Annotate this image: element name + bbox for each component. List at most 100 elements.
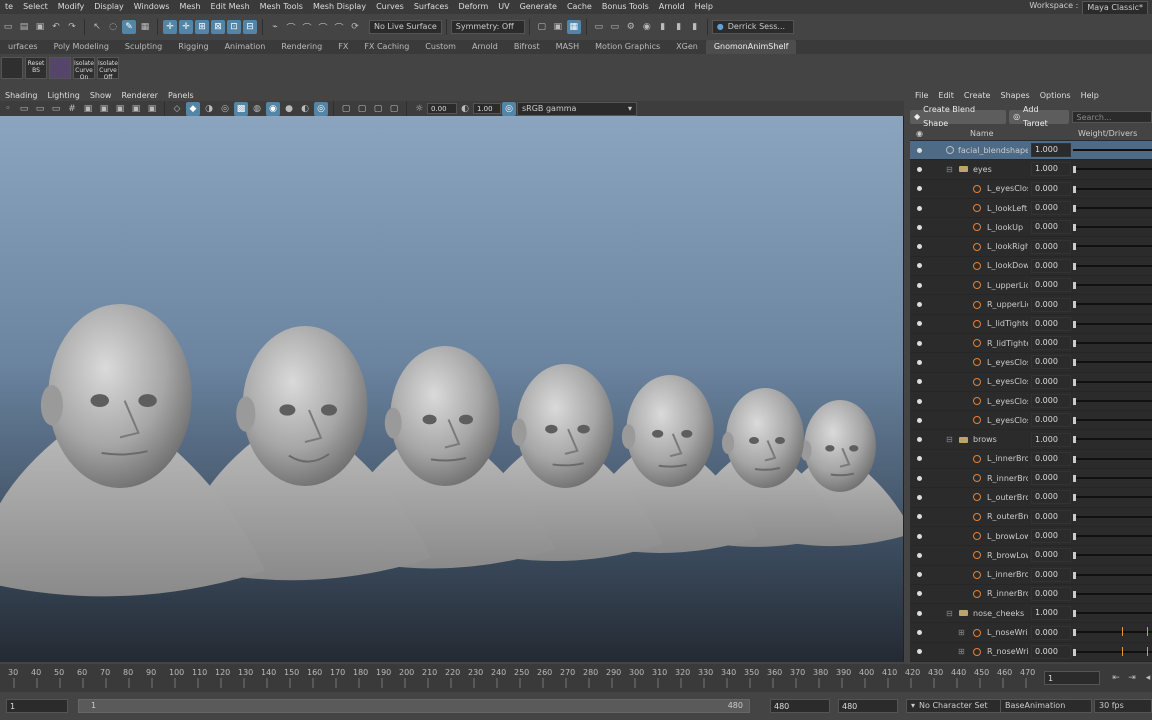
step-back-key-icon[interactable]: ⇥ xyxy=(1125,671,1139,685)
slider-handle[interactable] xyxy=(1073,204,1076,212)
slider-handle[interactable] xyxy=(1073,320,1076,328)
visibility-icon[interactable] xyxy=(917,244,922,250)
shelf-tab[interactable]: MASH xyxy=(548,40,587,54)
blendshape-menu-item[interactable]: Options xyxy=(1035,91,1076,100)
shelf-tab[interactable]: FX xyxy=(330,40,356,54)
rotate-tool-icon[interactable]: ✛ xyxy=(179,20,193,34)
exposure-icon[interactable]: ☼ xyxy=(412,102,426,116)
bookmark-icon[interactable]: ▭ xyxy=(33,102,47,116)
weight-slider[interactable] xyxy=(1073,149,1152,151)
weight-field[interactable]: 0.000 xyxy=(1031,258,1071,273)
xray-icon[interactable]: ▩ xyxy=(234,101,248,116)
name-column-header[interactable]: Name xyxy=(970,129,994,138)
expand-icon[interactable]: ⊟ xyxy=(946,165,953,174)
snap-curve-icon[interactable]: ⊡ xyxy=(227,20,241,34)
menu-item[interactable]: Mesh Tools xyxy=(255,0,308,14)
menu-item[interactable]: Deform xyxy=(454,0,494,14)
weight-field[interactable]: 1.000 xyxy=(1031,143,1071,158)
menu-item[interactable]: Mesh Display xyxy=(308,0,371,14)
blendshape-row[interactable]: L_lookUp 0.000 xyxy=(910,218,1152,238)
visibility-icon[interactable] xyxy=(917,475,922,481)
weight-field[interactable]: 0.000 xyxy=(1031,297,1071,312)
redo-icon[interactable]: ↷ xyxy=(65,20,79,34)
menu-item[interactable]: Modify xyxy=(53,0,90,14)
viewport-menu-item[interactable]: Lighting xyxy=(43,91,85,100)
range-slider[interactable]: 1 480 xyxy=(78,699,750,713)
blendshape-row[interactable]: R_upperLidR0.000 xyxy=(910,295,1152,315)
menu-item[interactable]: Generate xyxy=(515,0,562,14)
safe-action-icon[interactable]: ▣ xyxy=(145,102,159,116)
add-target-button[interactable]: ◎ Add Target xyxy=(1009,105,1070,128)
weight-slider[interactable] xyxy=(1073,168,1152,171)
shelf-tab[interactable]: Rendering xyxy=(273,40,330,54)
expand-icon[interactable]: ⊟ xyxy=(946,435,953,444)
weight-field[interactable]: 0.000 xyxy=(1031,644,1071,659)
visibility-icon[interactable] xyxy=(917,263,922,269)
weight-slider[interactable] xyxy=(1073,515,1152,518)
blendshape-row[interactable]: L_innerBrow0.000 xyxy=(910,450,1152,470)
textured-icon[interactable]: ◍ xyxy=(250,102,264,116)
slider-handle[interactable] xyxy=(1073,166,1076,174)
blendshape-row[interactable]: L_eyesClose0.000 xyxy=(910,392,1152,412)
weight-field[interactable]: 0.000 xyxy=(1031,625,1071,640)
shelf-tab[interactable]: Bifrost xyxy=(506,40,548,54)
weight-slider[interactable] xyxy=(1073,496,1152,499)
slider-handle[interactable] xyxy=(1073,378,1076,386)
visibility-icon[interactable] xyxy=(917,572,922,578)
weight-slider[interactable] xyxy=(1073,631,1152,634)
light-editor-icon[interactable]: ▮ xyxy=(672,20,686,34)
blendshape-menu-item[interactable]: Edit xyxy=(933,91,959,100)
blendshape-row[interactable]: ⊞ R_noseWrin0.000 xyxy=(910,643,1152,662)
fps-dropdown[interactable]: 30 fps xyxy=(1094,699,1152,713)
blendshape-row[interactable]: L_eyesClose0.000 xyxy=(910,373,1152,392)
weight-slider[interactable] xyxy=(1073,554,1152,557)
shelf-button[interactable] xyxy=(49,57,71,79)
wireframe-icon[interactable]: ◇ xyxy=(170,102,184,116)
weight-field[interactable]: 0.000 xyxy=(1031,394,1071,408)
grid-icon[interactable]: # xyxy=(65,102,79,116)
resolution-gate-icon[interactable]: ▣ xyxy=(97,102,111,116)
xray-active-icon[interactable]: ▢ xyxy=(371,102,385,116)
shelf-button[interactable]: Reset BS xyxy=(25,57,47,79)
current-frame-field[interactable]: 1 xyxy=(1044,671,1100,685)
weight-slider[interactable] xyxy=(1073,284,1152,287)
weight-slider[interactable] xyxy=(1073,419,1152,422)
slider-handle[interactable] xyxy=(1073,629,1076,637)
slider-handle[interactable] xyxy=(1073,417,1076,425)
shelf-button[interactable]: Isolate Curve Off xyxy=(97,57,119,81)
viewport-menu-item[interactable]: Shading xyxy=(0,91,43,100)
snap-grid-icon[interactable]: ⊠ xyxy=(211,20,225,34)
weight-field[interactable]: 0.000 xyxy=(1031,239,1071,254)
visibility-icon[interactable] xyxy=(917,514,922,520)
shelf-tab[interactable]: urfaces xyxy=(0,40,46,54)
menu-item[interactable]: te xyxy=(0,0,18,14)
blendshape-row[interactable]: L_eyesClose0.000 xyxy=(910,353,1152,373)
motion-blur-icon[interactable]: ◎ xyxy=(314,101,328,116)
menu-item[interactable]: Mesh xyxy=(174,0,205,14)
blendshape-row[interactable]: R_outerBrow0.000 xyxy=(910,508,1152,527)
weight-field[interactable]: 0.000 xyxy=(1031,471,1071,486)
slider-handle[interactable] xyxy=(1073,552,1076,560)
blendshape-row[interactable]: ⊟ nose_cheeks 1.000 xyxy=(910,604,1152,624)
blendshape-row[interactable]: ⊟ eyes 1.000 xyxy=(910,160,1152,180)
slider-handle[interactable] xyxy=(1073,494,1076,502)
exposure-field[interactable]: 0.00 xyxy=(427,103,457,114)
weight-slider[interactable] xyxy=(1073,592,1152,595)
render-view-icon[interactable]: ▣ xyxy=(551,20,565,34)
live-surface-dropdown[interactable]: No Live Surface xyxy=(369,20,442,34)
blendshape-menu-item[interactable]: File xyxy=(910,91,933,100)
weight-slider[interactable] xyxy=(1073,534,1152,537)
visibility-icon[interactable] xyxy=(917,398,922,404)
slider-handle[interactable] xyxy=(1073,301,1076,309)
render-settings-icon[interactable]: ⚙ xyxy=(624,20,638,34)
blendshape-menu-item[interactable]: Create xyxy=(959,91,996,100)
weight-slider[interactable] xyxy=(1073,650,1152,653)
visibility-icon[interactable] xyxy=(917,282,922,288)
hud-icon[interactable]: ▢ xyxy=(387,102,401,116)
workspace-dropdown[interactable]: Maya Classic* xyxy=(1082,1,1148,15)
make-live-icon[interactable]: ⌒ xyxy=(332,20,346,34)
history-icon[interactable]: ⟳ xyxy=(348,20,362,34)
weight-slider[interactable] xyxy=(1073,322,1152,325)
menu-item[interactable]: Windows xyxy=(129,0,175,14)
start-frame-field[interactable]: 1 xyxy=(6,699,68,713)
